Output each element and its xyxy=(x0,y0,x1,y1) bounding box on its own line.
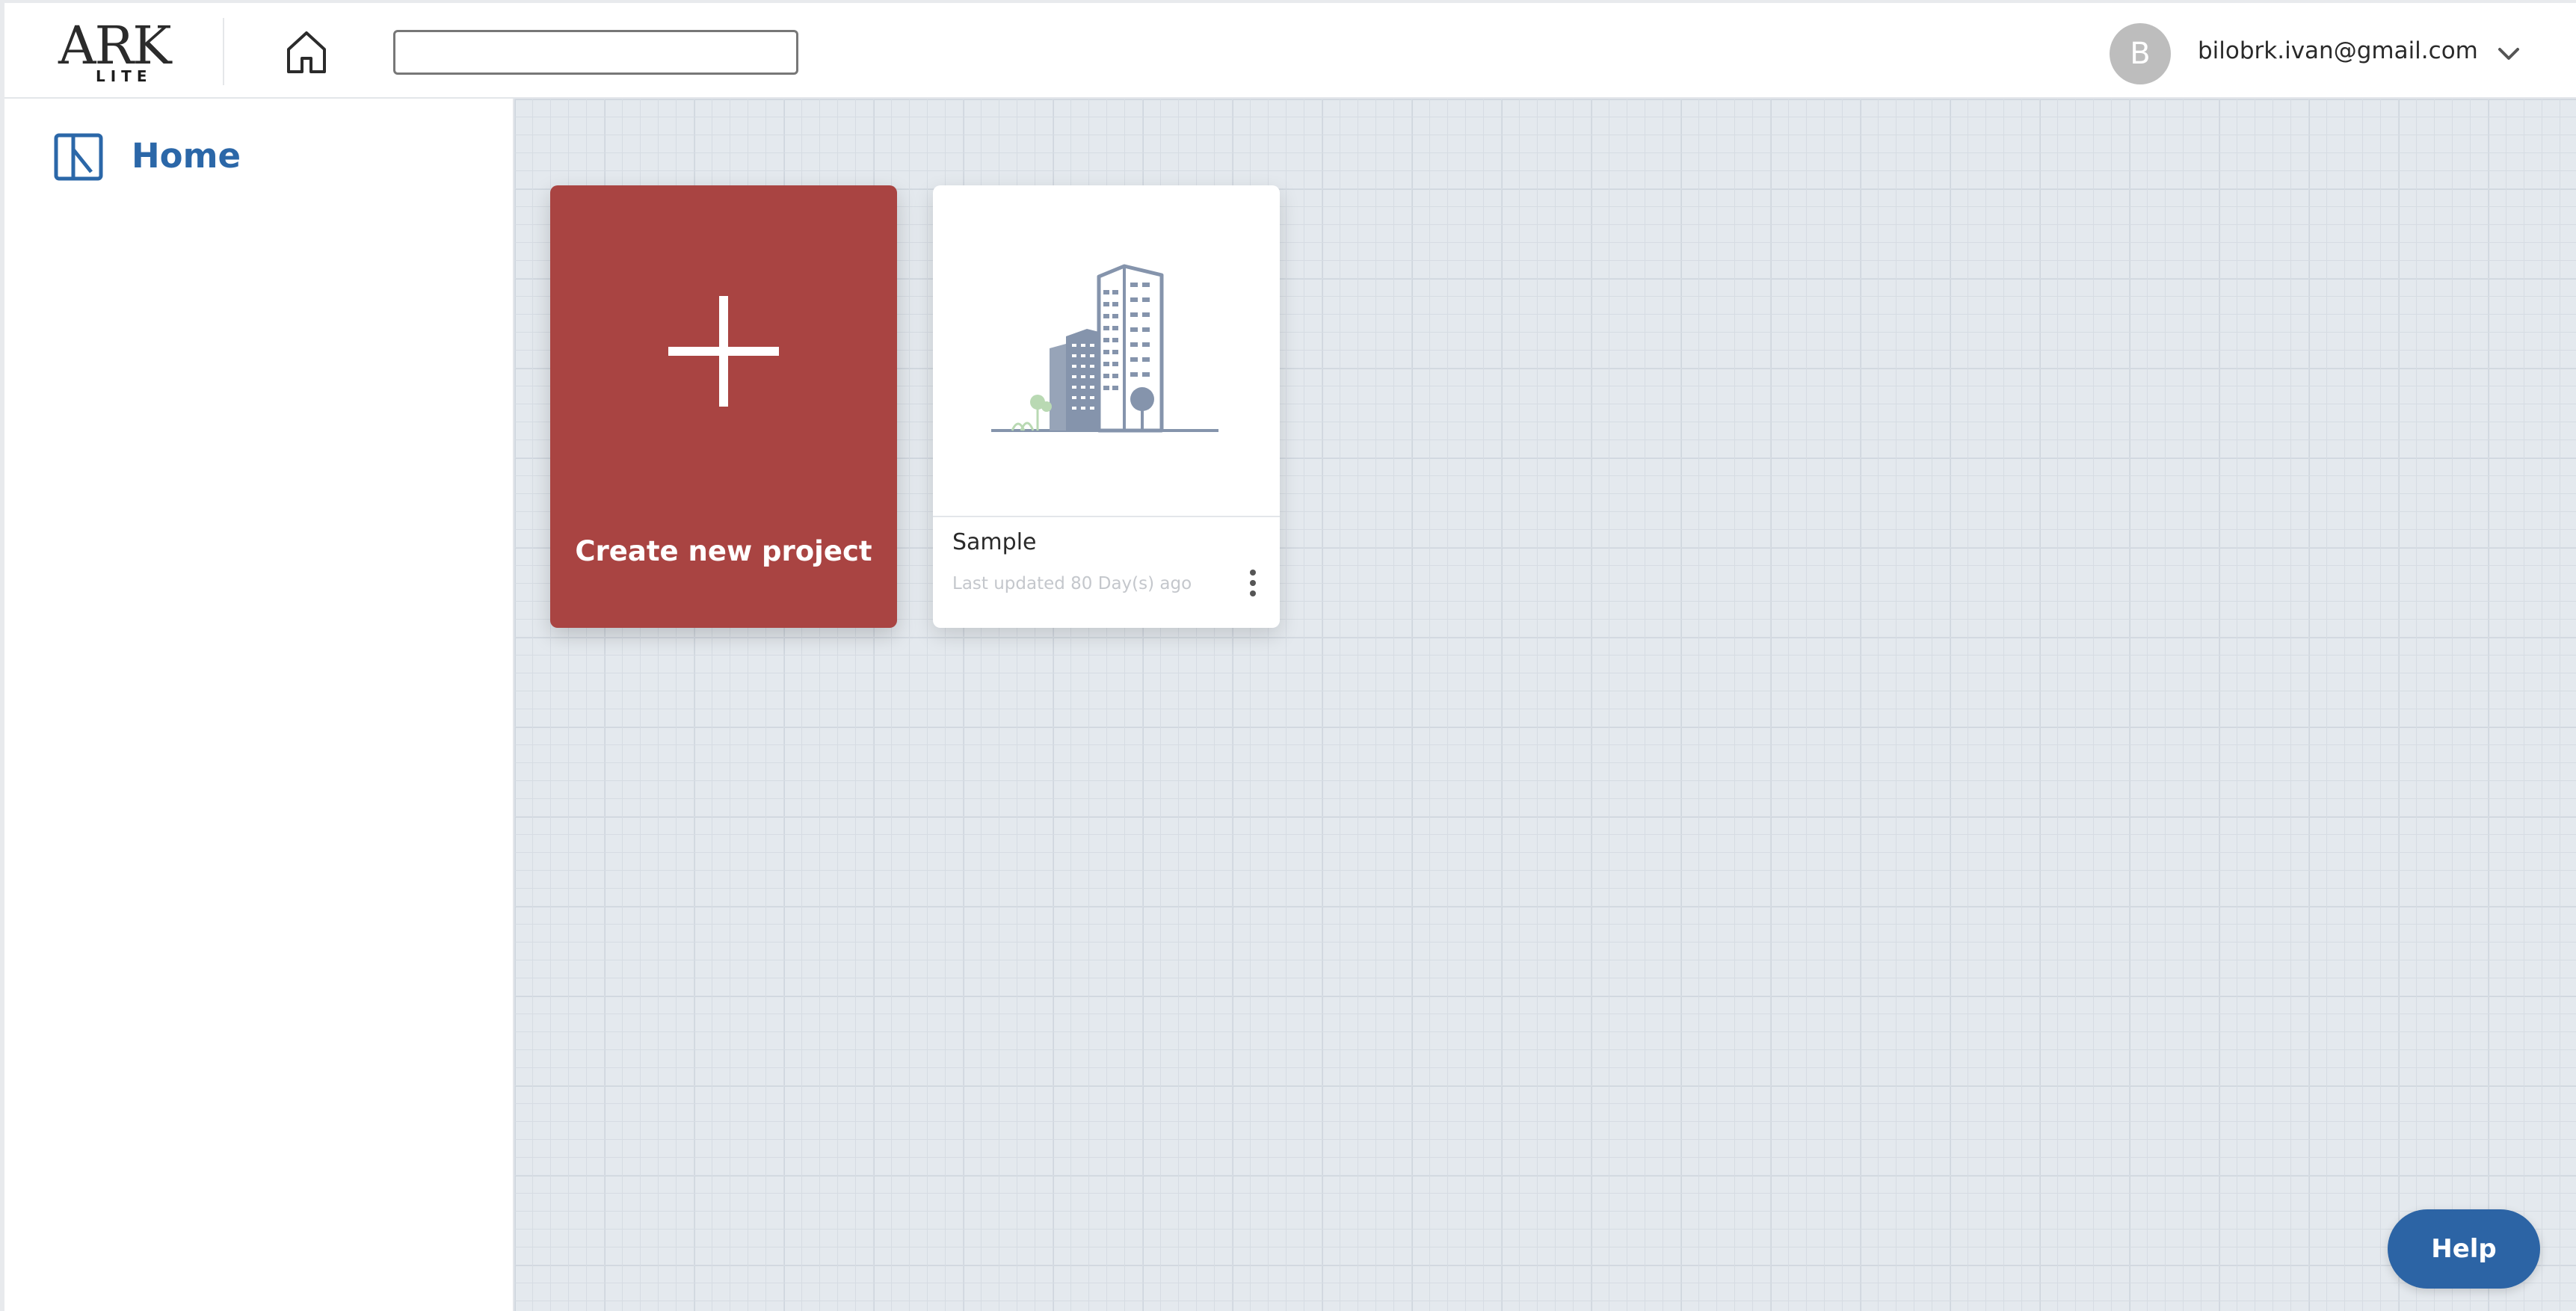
projects-canvas: Create new project Sample Last updated 8… xyxy=(514,99,2576,1311)
project-card[interactable]: Sample Last updated 80 Day(s) ago xyxy=(933,185,1280,628)
sidebar: Home xyxy=(4,99,514,1311)
create-project-card[interactable]: Create new project xyxy=(550,185,897,628)
user-avatar[interactable]: B xyxy=(2110,23,2171,84)
ark-lite-logo[interactable]: ARK LITE xyxy=(51,15,182,85)
create-project-label: Create new project xyxy=(575,535,872,567)
chevron-down-icon[interactable] xyxy=(2494,40,2524,67)
more-options-icon[interactable] xyxy=(1245,568,1260,598)
logo-subtext: LITE xyxy=(96,67,152,85)
user-email[interactable]: bilobrk.ivan@gmail.com xyxy=(2198,37,2478,64)
home-layout-icon xyxy=(54,133,103,181)
top-header: ARK LITE B bilobrk.ivan@gmail.com xyxy=(4,0,2576,99)
sidebar-item-label: Home xyxy=(132,136,241,176)
home-icon[interactable] xyxy=(281,27,332,78)
header-divider xyxy=(223,18,224,85)
logo-wordmark: ARK xyxy=(58,15,172,76)
help-button[interactable]: Help xyxy=(2388,1209,2540,1289)
project-thumbnail xyxy=(933,185,1280,517)
project-updated-text: Last updated 80 Day(s) ago xyxy=(952,574,1192,593)
building-illustration xyxy=(991,260,1218,447)
search-input[interactable] xyxy=(393,30,798,75)
plus-icon xyxy=(668,296,779,407)
sidebar-item-home[interactable]: Home xyxy=(54,127,278,187)
project-name: Sample xyxy=(952,529,1037,555)
